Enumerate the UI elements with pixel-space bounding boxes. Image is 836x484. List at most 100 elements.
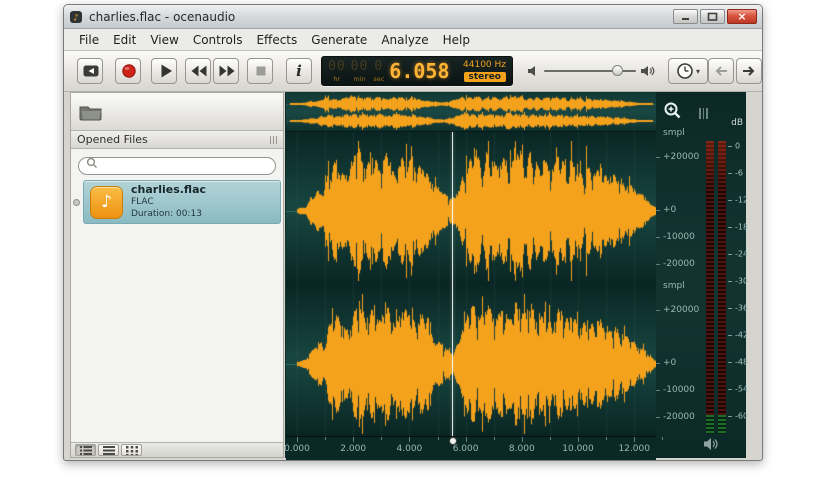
- meter-scale-label: -36: [735, 303, 749, 313]
- fast-forward-button[interactable]: [213, 58, 239, 84]
- record-icon: [122, 64, 136, 78]
- info-button[interactable]: i: [286, 58, 312, 84]
- jump-to-start-icon: [83, 65, 99, 77]
- volume-low-icon: [527, 65, 540, 77]
- amplitude-label: +0: [663, 358, 677, 368]
- volume-high-icon: [640, 65, 656, 77]
- grid-view-button[interactable]: [121, 444, 142, 456]
- jump-to-start-button[interactable]: [77, 58, 103, 84]
- rewind-icon: [191, 65, 207, 77]
- meter-scale-label: -42: [735, 330, 749, 340]
- stop-button[interactable]: [247, 58, 273, 84]
- menu-item-file[interactable]: File: [72, 31, 106, 49]
- meter-scale-label: -48: [735, 357, 749, 367]
- file-status-dot: [73, 198, 80, 206]
- meter-tick: [728, 227, 732, 228]
- amplitude-label: +20000: [663, 152, 700, 162]
- timeline-label: 0.000: [284, 444, 310, 454]
- window-title: charlies.flac - ocenaudio: [89, 9, 236, 24]
- app-window: ♪ charlies.flac - ocenaudio × File Edit Vi…: [63, 4, 763, 461]
- playhead-cursor[interactable]: [452, 132, 453, 436]
- amplitude-tick: [656, 210, 660, 211]
- toolbar: i 00 hr 00 min 0 sec 6.058 44100 Hz ster…: [64, 51, 762, 92]
- amplitude-label: smpl: [663, 281, 685, 291]
- arrow-left-icon: [715, 66, 727, 76]
- record-button[interactable]: [115, 58, 141, 84]
- meter-scale-label: 0: [735, 141, 741, 151]
- level-meter-right: [718, 141, 726, 434]
- audio-file-icon: ♪: [90, 185, 123, 219]
- timeline-ruler[interactable]: 0.000 2.000 4.000 6.000 8.000 10.000 12.000: [284, 436, 664, 460]
- timeline-tick: [353, 437, 355, 442]
- db-label: dB: [731, 118, 743, 128]
- timeline-label: 8.000: [508, 444, 535, 454]
- meter-tick: [728, 146, 732, 147]
- open-file-button[interactable]: [71, 93, 283, 131]
- meter-tick: [728, 335, 732, 336]
- menu-item-analyze[interactable]: Analyze: [374, 31, 435, 49]
- meter-scale-label: -6: [735, 168, 743, 178]
- timeline-label: 12.000: [618, 444, 650, 454]
- title-bar[interactable]: ♪ charlies.flac - ocenaudio ×: [64, 5, 762, 29]
- playhead-marker[interactable]: [449, 437, 457, 445]
- search-bar: [71, 149, 283, 177]
- stop-icon: [256, 66, 266, 76]
- amplitude-label: -20000: [663, 412, 695, 422]
- time-format-button[interactable]: ▾: [668, 58, 708, 84]
- play-button[interactable]: [151, 58, 177, 84]
- lcd-time-value: 6.058: [389, 58, 450, 83]
- file-name: charlies.flac: [131, 183, 207, 197]
- volume-slider-thumb[interactable]: [612, 65, 623, 76]
- monitor-speaker-icon: [703, 436, 720, 455]
- meter-tick: [728, 200, 732, 201]
- timeline-tick: [606, 437, 608, 440]
- grid-view-icon: [125, 445, 138, 455]
- timeline-tick: [297, 437, 298, 442]
- list-item: ♪ charlies.flac FLAC Duration: 00:13: [71, 177, 283, 224]
- redo-forward-button[interactable]: [736, 58, 762, 84]
- overview-canvas[interactable]: [286, 92, 656, 132]
- close-button[interactable]: ×: [727, 9, 757, 24]
- menu-item-generate[interactable]: Generate: [304, 31, 374, 49]
- opened-files-title: Opened Files: [77, 133, 148, 146]
- detail-view-icon: [79, 445, 92, 455]
- channel-mode-badge: stereo: [463, 72, 506, 82]
- amplitude-tick: [656, 363, 660, 364]
- rewind-button[interactable]: [185, 58, 211, 84]
- opened-files-header: Opened Files: [71, 131, 283, 149]
- timeline-tick: [578, 437, 579, 442]
- timeline-tick: [409, 437, 411, 442]
- menu-item-effects[interactable]: Effects: [249, 31, 304, 49]
- panel-splitter-handle[interactable]: [699, 108, 708, 119]
- undo-back-button[interactable]: [708, 58, 734, 84]
- amplitude-tick: [656, 390, 660, 391]
- search-input[interactable]: [78, 157, 276, 175]
- menu-item-edit[interactable]: Edit: [106, 31, 143, 49]
- list-view-button[interactable]: [98, 444, 119, 456]
- panel-grip-icon[interactable]: [270, 135, 277, 144]
- volume-slider[interactable]: [544, 58, 636, 84]
- file-duration: Duration: 00:13: [131, 209, 202, 220]
- minimize-button[interactable]: [673, 9, 698, 24]
- menu-bar: File Edit View Controls Effects Generate Analy…: [64, 29, 762, 51]
- menu-item-controls[interactable]: Controls: [186, 31, 250, 49]
- menu-item-help[interactable]: Help: [436, 31, 477, 49]
- meter-tick: [728, 389, 732, 390]
- time-display: 00 hr 00 min 0 sec 6.058 44100 Hz stereo: [321, 56, 513, 86]
- meter-tick: [728, 416, 732, 417]
- zoom-in-icon: [664, 102, 681, 119]
- fast-forward-icon: [219, 65, 235, 77]
- zoom-in-button[interactable]: [662, 100, 684, 122]
- timeline-tick: [325, 437, 327, 440]
- view-toggle-bar: [71, 442, 283, 457]
- amplitude-tick: [656, 237, 660, 238]
- chevron-down-icon: ▾: [695, 66, 700, 76]
- detail-view-button[interactable]: [75, 444, 96, 456]
- timeline-tick: [549, 437, 551, 440]
- maximize-button[interactable]: [700, 9, 725, 24]
- waveform-canvas[interactable]: [286, 132, 656, 436]
- timeline-tick: [521, 437, 523, 442]
- file-item-charlies-flac[interactable]: ♪ charlies.flac FLAC Duration: 00:13: [83, 180, 281, 224]
- maximize-icon: [707, 12, 718, 21]
- menu-item-view[interactable]: View: [143, 31, 185, 49]
